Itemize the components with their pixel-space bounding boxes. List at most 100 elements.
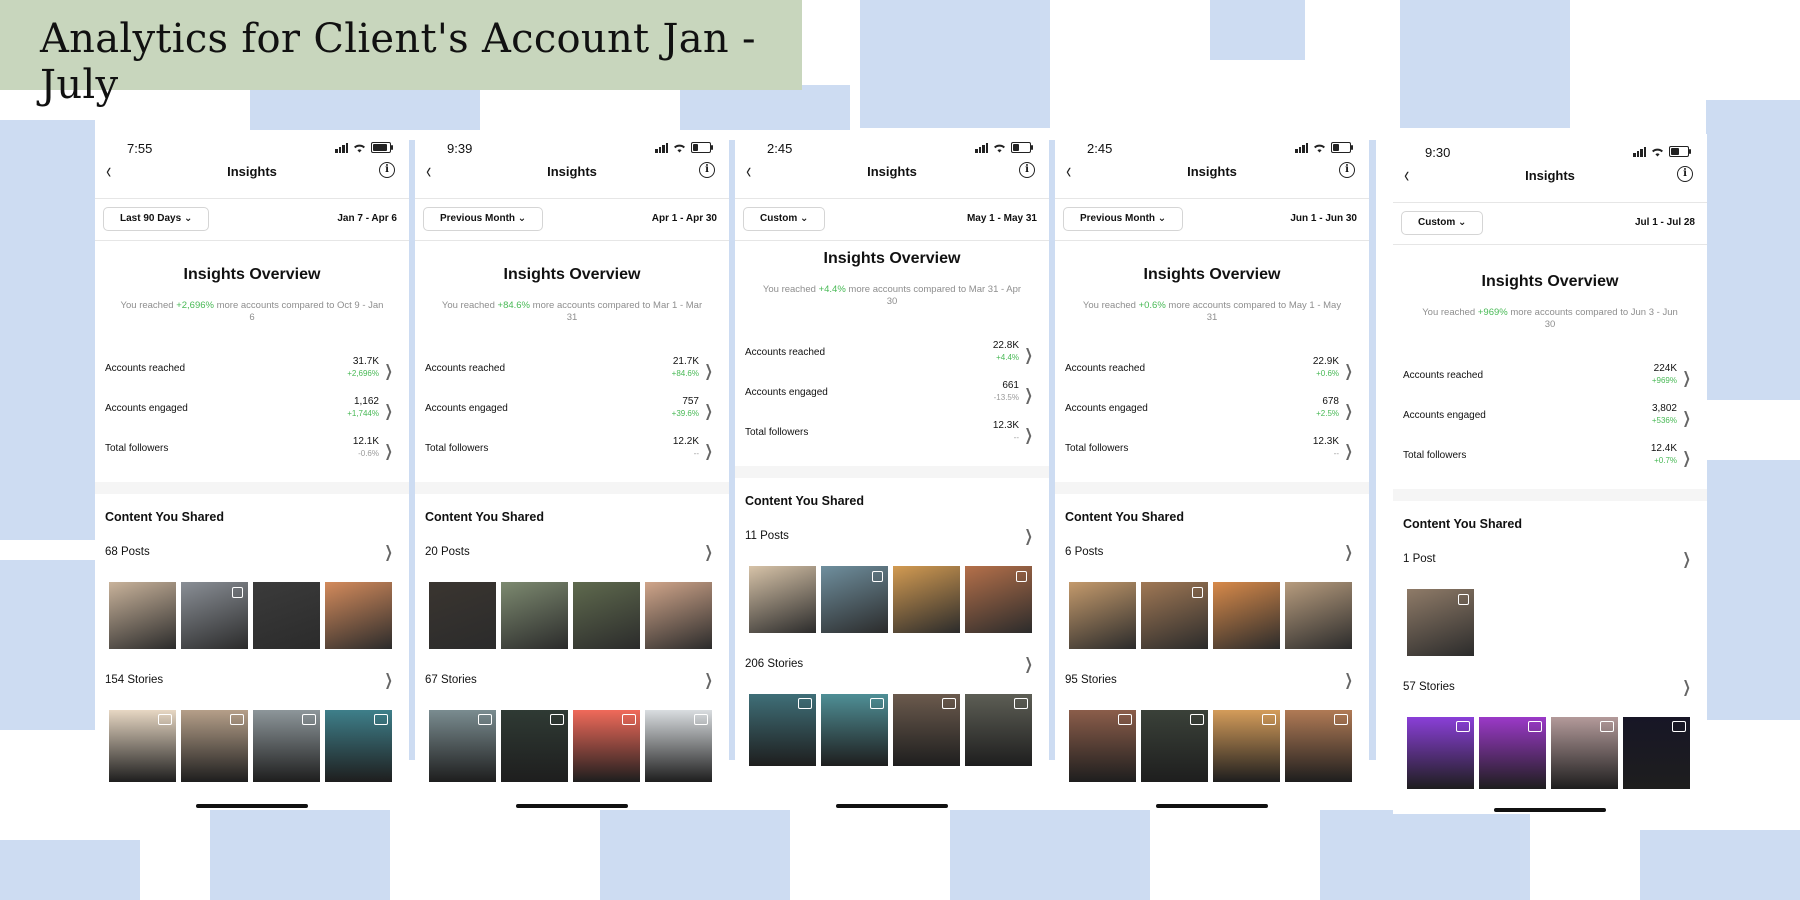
story-thumbnail[interactable]	[253, 710, 320, 782]
post-thumbnail[interactable]	[1213, 582, 1280, 649]
overview-title: Insights Overview	[823, 250, 961, 267]
post-thumbnail[interactable]	[109, 582, 176, 649]
posts-count[interactable]: 20 Posts	[425, 546, 470, 558]
metric-total-followers[interactable]: Total followers 12.4K +0.7% ❯	[1403, 439, 1693, 473]
story-thumbnail[interactable]	[1213, 710, 1280, 782]
metric-accounts-engaged[interactable]: Accounts engaged 1,162 +1,744% ❯	[105, 392, 395, 426]
chevron-right-icon[interactable]: ❯	[704, 542, 712, 562]
metric-accounts-engaged[interactable]: Accounts engaged 661 -13.5% ❯	[745, 376, 1035, 410]
chevron-down-icon: ⌄	[1458, 217, 1467, 228]
posts-count[interactable]: 1 Post	[1403, 553, 1436, 565]
story-thumbnail[interactable]	[1069, 710, 1136, 782]
metric-accounts-engaged[interactable]: Accounts engaged 757 +39.6% ❯	[425, 392, 715, 426]
post-thumbnail[interactable]	[1141, 582, 1208, 649]
chevron-right-icon: ❯	[1024, 387, 1033, 404]
date-filter-dropdown[interactable]: Last 90 Days ⌄	[103, 207, 210, 231]
wifi-icon	[354, 144, 365, 152]
battery-icon	[1011, 142, 1033, 153]
metric-total-followers[interactable]: Total followers 12.2K -- ❯	[425, 432, 715, 466]
post-thumbnail[interactable]	[645, 582, 712, 649]
post-thumbnail[interactable]	[893, 566, 960, 633]
post-thumbnail[interactable]	[429, 582, 496, 649]
chevron-right-icon[interactable]: ❯	[1024, 654, 1032, 674]
story-thumbnail[interactable]	[1141, 710, 1208, 782]
date-range: Apr 1 - Apr 30	[651, 213, 717, 224]
metric-accounts-reached[interactable]: Accounts reached 224K +969% ❯	[1403, 359, 1693, 393]
story-thumbnail[interactable]	[429, 710, 496, 782]
posts-count[interactable]: 6 Posts	[1065, 546, 1103, 558]
post-thumbnail[interactable]	[821, 566, 888, 633]
stories-count[interactable]: 95 Stories	[1065, 674, 1117, 686]
story-thumbnail[interactable]	[501, 710, 568, 782]
story-camera-icon	[1262, 714, 1276, 725]
metric-total-followers[interactable]: Total followers 12.3K -- ❯	[1065, 432, 1355, 466]
story-thumbnail[interactable]	[1407, 717, 1474, 789]
metric-accounts-reached[interactable]: Accounts reached 22.8K +4.4% ❯	[745, 336, 1035, 370]
metric-accounts-reached[interactable]: Accounts reached 22.9K +0.6% ❯	[1065, 352, 1355, 386]
chevron-right-icon[interactable]: ❯	[1024, 526, 1032, 546]
story-camera-icon	[622, 714, 636, 725]
chevron-right-icon[interactable]: ❯	[704, 670, 712, 690]
info-icon[interactable]: i	[1019, 162, 1035, 178]
stories-count[interactable]: 67 Stories	[425, 674, 477, 686]
post-thumbnail[interactable]	[749, 566, 816, 633]
stories-count[interactable]: 206 Stories	[745, 658, 803, 670]
carousel-icon	[1192, 587, 1203, 598]
post-thumbnail[interactable]	[1069, 582, 1136, 649]
date-filter-dropdown[interactable]: Custom ⌄	[1401, 211, 1484, 235]
metric-accounts-engaged[interactable]: Accounts engaged 678 +2.5% ❯	[1065, 392, 1355, 426]
post-thumbnail[interactable]	[253, 582, 320, 649]
story-thumbnail[interactable]	[325, 710, 392, 782]
status-time: 9:39	[447, 141, 473, 156]
chevron-right-icon[interactable]: ❯	[1682, 677, 1690, 697]
story-thumbnail[interactable]	[1623, 717, 1690, 789]
story-thumbnail[interactable]	[109, 710, 176, 782]
post-thumbnail[interactable]	[1285, 582, 1352, 649]
posts-count[interactable]: 68 Posts	[105, 546, 150, 558]
metric-total-followers[interactable]: Total followers 12.3K -- ❯	[745, 416, 1035, 450]
post-thumbnail[interactable]	[501, 582, 568, 649]
story-thumbnail[interactable]	[1479, 717, 1546, 789]
chevron-right-icon: ❯	[1344, 403, 1353, 420]
post-thumbnail[interactable]	[573, 582, 640, 649]
story-thumbnail[interactable]	[181, 710, 248, 782]
content-shared-title: Content You Shared	[1065, 510, 1184, 524]
chevron-right-icon[interactable]: ❯	[384, 542, 392, 562]
metric-accounts-reached[interactable]: Accounts reached 21.7K +84.6% ❯	[425, 352, 715, 386]
story-thumbnail[interactable]	[749, 694, 816, 766]
story-thumbnail[interactable]	[821, 694, 888, 766]
chevron-right-icon[interactable]: ❯	[1344, 542, 1352, 562]
story-camera-icon	[478, 714, 492, 725]
chevron-right-icon: ❯	[1682, 410, 1691, 427]
navbar: ‹ Insights i	[415, 156, 729, 188]
date-filter-dropdown[interactable]: Previous Month ⌄	[1063, 207, 1184, 231]
story-thumbnail[interactable]	[1551, 717, 1618, 789]
posts-count[interactable]: 11 Posts	[745, 530, 789, 542]
story-thumbnail[interactable]	[965, 694, 1032, 766]
post-thumbnail[interactable]	[181, 582, 248, 649]
nav-title: Insights	[1187, 164, 1237, 179]
info-icon[interactable]: i	[1677, 166, 1693, 182]
date-filter-dropdown[interactable]: Previous Month ⌄	[423, 207, 544, 231]
metric-accounts-reached[interactable]: Accounts reached 31.7K +2,696% ❯	[105, 352, 395, 386]
story-thumbnail[interactable]	[573, 710, 640, 782]
info-icon[interactable]: i	[379, 162, 395, 178]
stories-count[interactable]: 154 Stories	[105, 674, 163, 686]
info-icon[interactable]: i	[1339, 162, 1355, 178]
date-filter-dropdown[interactable]: Custom ⌄	[743, 207, 826, 231]
story-thumbnail[interactable]	[893, 694, 960, 766]
story-thumbnail[interactable]	[645, 710, 712, 782]
metric-total-followers[interactable]: Total followers 12.1K -0.6% ❯	[105, 432, 395, 466]
reached-summary: You reached +0.6% more accounts compared…	[1082, 300, 1342, 323]
story-thumbnail[interactable]	[1285, 710, 1352, 782]
post-thumbnail[interactable]	[965, 566, 1032, 633]
post-thumbnail[interactable]	[1407, 589, 1474, 656]
chevron-right-icon[interactable]: ❯	[384, 670, 392, 690]
metric-accounts-engaged[interactable]: Accounts engaged 3,802 +536% ❯	[1403, 399, 1693, 433]
chevron-right-icon[interactable]: ❯	[1682, 549, 1690, 569]
info-icon[interactable]: i	[699, 162, 715, 178]
post-thumbnail[interactable]	[325, 582, 392, 649]
story-camera-icon	[550, 714, 564, 725]
chevron-right-icon[interactable]: ❯	[1344, 670, 1352, 690]
stories-count[interactable]: 57 Stories	[1403, 681, 1455, 693]
